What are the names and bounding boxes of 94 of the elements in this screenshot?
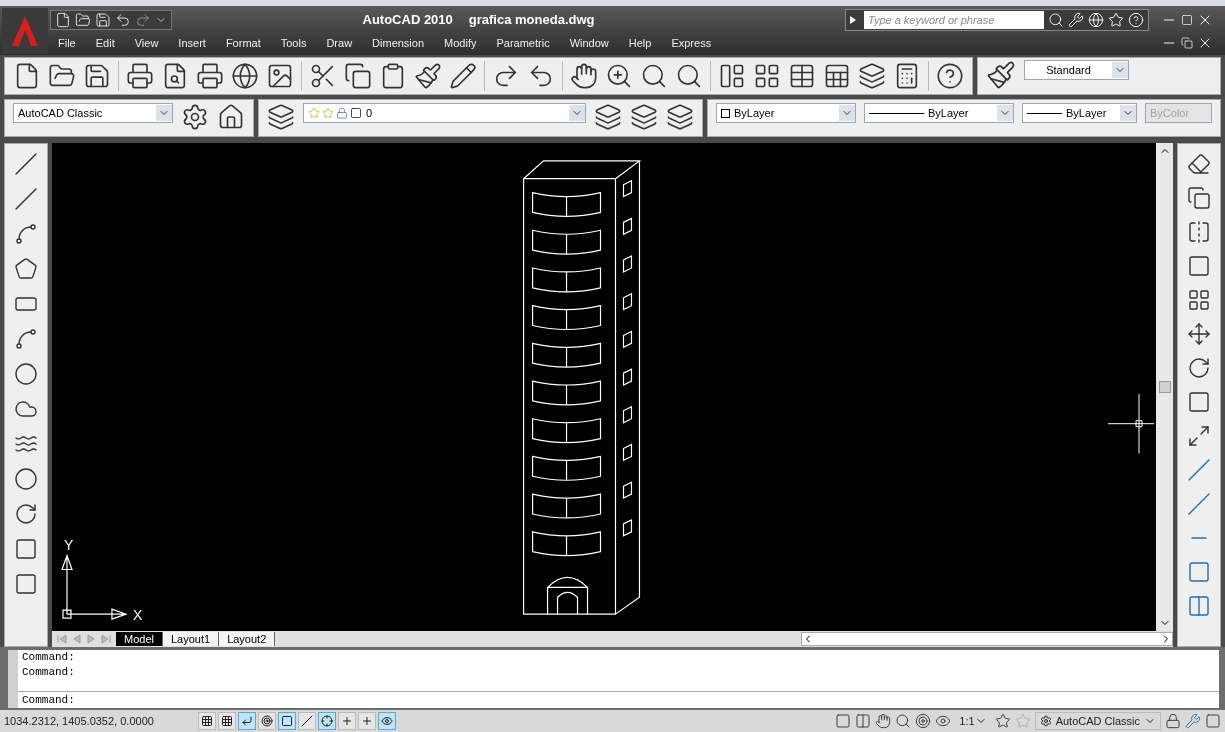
star-icon[interactable] — [1108, 11, 1124, 28]
drafting-toggle-button[interactable] — [298, 712, 316, 730]
x-axis-label: X — [132, 607, 143, 624]
array-icon[interactable] — [1187, 288, 1211, 312]
copy-object-icon[interactable] — [1187, 186, 1211, 210]
coordinates-readout: 1034.2312, 1405.0352, 0.0000 — [4, 713, 155, 729]
move-icon[interactable] — [1187, 322, 1211, 346]
osnap-toggle-icon — [281, 715, 293, 727]
mirror-icon[interactable] — [1187, 220, 1211, 244]
undo-icon[interactable] — [115, 11, 131, 28]
menu-item[interactable]: Express — [671, 34, 712, 52]
workspace-dropdown[interactable]: AutoCAD Classic — [13, 103, 173, 123]
globe-icon[interactable] — [231, 62, 259, 90]
layout-tab[interactable]: Layout2 — [219, 632, 276, 646]
menu-item[interactable]: View — [134, 34, 159, 52]
line-icon[interactable] — [14, 152, 38, 176]
gear-icon — [1039, 715, 1052, 727]
drafting-toggle-button[interactable] — [358, 712, 376, 730]
zoom-icon[interactable] — [895, 713, 912, 729]
annotation-scale-button[interactable]: 1:1 — [955, 712, 991, 730]
layer-dropdown[interactable]: 0 — [303, 103, 586, 123]
line-sample-icon — [869, 112, 924, 114]
menu-item[interactable]: Edit — [95, 34, 115, 52]
crosshair-cursor-icon — [1107, 393, 1155, 454]
menu-item[interactable]: Window — [569, 34, 609, 52]
pan-icon[interactable] — [570, 62, 598, 90]
lock-icon[interactable] — [1165, 713, 1181, 729]
copy-icon[interactable] — [344, 62, 372, 90]
stretch-icon[interactable] — [1187, 424, 1211, 448]
picture-icon[interactable] — [266, 62, 294, 90]
menu-item[interactable]: Help — [628, 34, 652, 52]
save-icon[interactable] — [95, 11, 111, 28]
scroll-thumb[interactable] — [1158, 381, 1171, 393]
zoom-icon[interactable] — [605, 62, 633, 90]
help-icon[interactable] — [936, 62, 964, 90]
drafting-toggle-button[interactable] — [278, 712, 296, 730]
printer-icon[interactable] — [126, 62, 154, 90]
rotate-icon[interactable] — [1187, 356, 1211, 380]
color-square-icon — [721, 108, 730, 118]
property-dropdown[interactable]: ByLayer — [716, 103, 856, 123]
y-axis-label: Y — [64, 536, 74, 553]
open-folder-icon[interactable] — [75, 11, 91, 28]
drawing-canvas[interactable]: Y X — [52, 143, 1156, 631]
drafting-toggle-button[interactable] — [238, 712, 256, 730]
ortho-toggle-icon — [241, 715, 253, 727]
snap-toggle-icon — [201, 715, 213, 727]
layer-properties-icon[interactable] — [267, 103, 295, 131]
property-dropdown[interactable]: ByLayer — [1022, 103, 1137, 123]
application-title: AutoCAD 2010 — [362, 10, 453, 29]
menu-item[interactable]: Insert — [178, 34, 206, 52]
circle-icon[interactable] — [14, 362, 38, 386]
menu-item[interactable]: Draw — [326, 34, 353, 52]
color-square-icon[interactable] — [350, 107, 362, 119]
restore-icon[interactable] — [1181, 35, 1193, 51]
drafting-toggle-button[interactable] — [338, 712, 356, 730]
drafting-toggle-button[interactable] — [378, 712, 396, 730]
menu-item[interactable]: Dimension — [372, 34, 425, 52]
layout-tab[interactable]: Model — [116, 632, 163, 646]
gear-icon[interactable] — [181, 103, 209, 131]
drafting-toggle-button[interactable] — [258, 712, 276, 730]
horizontal-scrollbar[interactable] — [801, 632, 1173, 646]
grid-toggle-icon — [221, 715, 233, 727]
play-arrow-icon[interactable] — [850, 15, 856, 24]
polygon-icon[interactable] — [14, 257, 38, 281]
property-dropdown[interactable]: ByLayer — [864, 103, 1014, 123]
ucs-axes-icon — [61, 553, 128, 620]
workspace-switch-button[interactable]: AutoCAD Classic — [1034, 711, 1161, 731]
line-sample-icon — [1027, 112, 1062, 114]
menu-item[interactable]: Format — [225, 34, 261, 52]
layers-icon[interactable] — [594, 103, 622, 131]
arc-icon[interactable] — [14, 327, 38, 351]
house-icon[interactable] — [217, 103, 245, 131]
new-file-icon[interactable] — [55, 11, 71, 28]
menu-item[interactable]: Tools — [280, 34, 307, 52]
save-icon[interactable] — [83, 62, 111, 90]
drafting-toggle-button[interactable] — [218, 712, 236, 730]
wrench-icon[interactable] — [1068, 11, 1084, 28]
application-logo-icon — [10, 14, 40, 48]
erase-icon[interactable] — [1187, 152, 1211, 176]
match-properties-icon[interactable] — [414, 62, 442, 90]
drafting-toggle-button[interactable] — [318, 712, 336, 730]
file-name: grafica moneda.dwg — [468, 10, 595, 29]
menu-item[interactable]: Modify — [444, 34, 477, 52]
text-style-dropdown[interactable]: Standard — [1024, 60, 1129, 80]
command-history-line: Command: — [22, 665, 76, 680]
polyline-icon[interactable] — [14, 222, 38, 246]
pan-icon[interactable] — [875, 713, 892, 729]
layout-tab[interactable]: Layout1 — [162, 632, 220, 646]
menu-item[interactable]: Parametric — [496, 34, 550, 52]
menu-item[interactable]: File — [58, 34, 76, 52]
search-field[interactable]: Type a keyword or phrase — [864, 10, 1044, 29]
drafting-toggle-button[interactable] — [198, 712, 216, 730]
command-history-line: Command: — [22, 650, 76, 665]
vertical-scrollbar[interactable] — [1156, 143, 1173, 631]
